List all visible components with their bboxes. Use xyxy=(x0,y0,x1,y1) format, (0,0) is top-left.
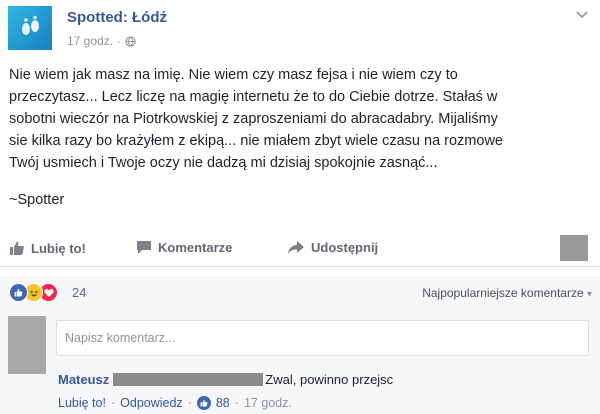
comment-actions: Lubię to! · Odpowiedz · 88 · 17 godz. xyxy=(58,396,292,410)
post-header: Spotted: Łódź 17 godz. · xyxy=(8,6,592,54)
post-options-chevron-down-icon[interactable] xyxy=(576,8,588,22)
post-text-line: sobotni wieczór na Piotrkowskiej z zapro… xyxy=(9,111,498,127)
post-signature: ~Spotter xyxy=(9,192,65,208)
comment-like-count[interactable]: 88 xyxy=(216,396,230,410)
post-meta: 17 godz. · xyxy=(67,34,136,48)
comment-input[interactable]: Napisz komentarz... xyxy=(56,320,589,356)
comment-sort-dropdown[interactable]: Najpopularniejsze komentarze ▾ xyxy=(422,286,592,300)
share-button-label: Udostępnij xyxy=(311,240,379,255)
meta-separator: · xyxy=(117,34,122,48)
footprints-icon xyxy=(22,15,39,35)
separator: · xyxy=(110,396,116,410)
comment-like-link[interactable]: Lubię to! xyxy=(58,396,106,410)
post-text-line: przeczytasz... Lecz liczę na magię inter… xyxy=(9,89,498,105)
thumbs-up-icon xyxy=(10,241,24,255)
comment-button[interactable]: Komentarze xyxy=(136,240,232,255)
comment-author[interactable]: Mateusz xyxy=(58,372,109,387)
author-surname-redacted xyxy=(113,373,264,386)
comment-time[interactable]: 17 godz. xyxy=(244,396,292,410)
post-text: Nie wiem jak masz na imię. Nie wiem czy … xyxy=(9,64,589,174)
like-button-label: Lubię to! xyxy=(31,240,86,256)
reaction-count[interactable]: 24 xyxy=(72,285,86,300)
like-reaction-icon xyxy=(9,283,28,302)
globe-icon xyxy=(125,35,136,47)
share-button[interactable]: Udostępnij xyxy=(287,240,378,255)
comments-section: Napisz komentarz... Mateusz Zwal, powinn… xyxy=(0,310,600,414)
post-action-bar: Lubię to! Komentarze Udostępnij xyxy=(0,232,600,267)
reaction-icons[interactable] xyxy=(9,283,58,302)
post-time[interactable]: 17 godz. xyxy=(67,34,113,48)
comment-sort-label: Najpopularniejsze komentarze xyxy=(422,286,584,300)
profile-picture-redacted[interactable] xyxy=(560,235,588,261)
post-text-line: Twój usmiech i Twoje oczy nie dadzą mi d… xyxy=(9,155,438,171)
page-name[interactable]: Spotted: Łódź xyxy=(67,9,167,26)
separator: · xyxy=(187,396,192,410)
comment-button-label: Komentarze xyxy=(158,240,233,255)
post-text-line: sie kilka razy bo krażyłem z ekipą... ni… xyxy=(9,133,503,149)
chevron-down-icon: ▾ xyxy=(586,289,592,300)
comment: Mateusz Zwal, powinno przejsc xyxy=(58,372,393,387)
like-button[interactable]: Lubię to! xyxy=(9,240,86,256)
like-count-icon xyxy=(196,396,211,410)
comment-text: Zwal, powinno przejsc xyxy=(265,372,394,387)
speech-bubble-icon xyxy=(137,241,151,254)
avatar-redacted xyxy=(8,316,46,374)
post-text-line: Nie wiem jak masz na imię. Nie wiem czy … xyxy=(9,67,458,83)
page-avatar[interactable] xyxy=(8,6,52,50)
separator: · xyxy=(234,396,239,410)
reactions-summary: 24 Najpopularniejsze komentarze ▾ xyxy=(0,276,600,310)
share-arrow-icon xyxy=(288,241,304,254)
comment-reply-link[interactable]: Odpowiedz xyxy=(120,396,183,410)
